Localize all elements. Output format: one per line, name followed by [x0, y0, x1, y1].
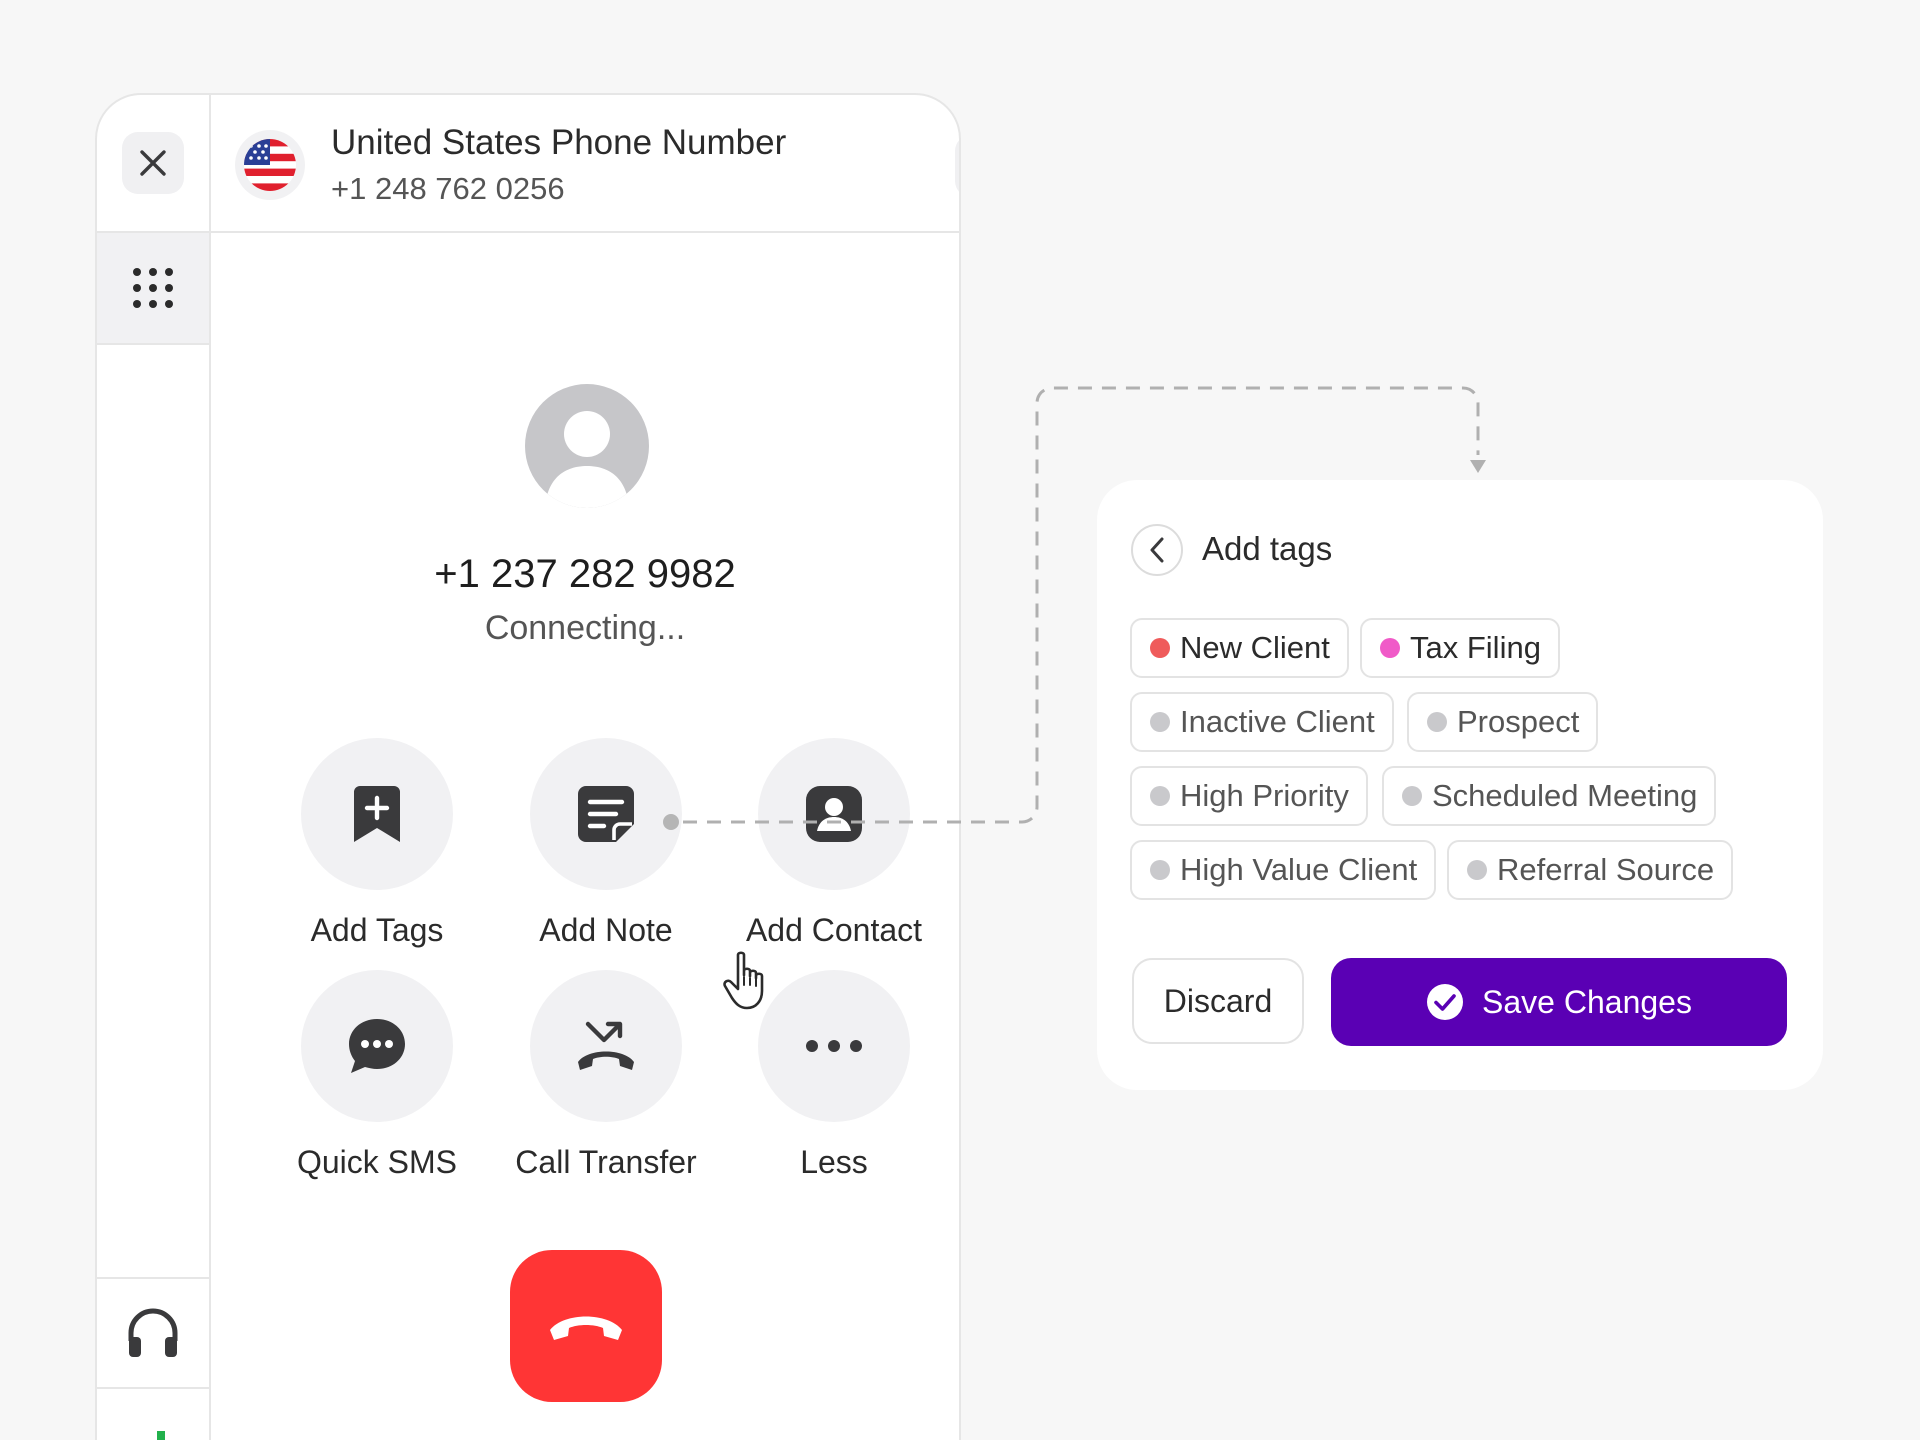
- canvas: United States Phone Number +1 248 762 02…: [0, 0, 1920, 1440]
- chat-bubble-icon: [349, 1019, 405, 1073]
- discard-button[interactable]: Discard: [1132, 958, 1304, 1044]
- call-transfer-action: Call Transfer: [486, 970, 726, 1181]
- dialer-panel: United States Phone Number +1 248 762 02…: [95, 93, 961, 1440]
- tag-label: New Client: [1180, 630, 1330, 665]
- chevron-left-icon: [1150, 537, 1164, 563]
- quick-sms-button[interactable]: [301, 970, 453, 1122]
- tag-prospect[interactable]: Prospect: [1407, 692, 1599, 752]
- tag-label: Referral Source: [1497, 852, 1715, 887]
- save-changes-label: Save Changes: [1482, 983, 1692, 1020]
- hand-cursor-icon: [723, 951, 764, 1010]
- add-note-label: Add Note: [539, 912, 673, 948]
- tag-color-dot: [1402, 786, 1422, 806]
- tag-label: Inactive Client: [1180, 704, 1375, 739]
- tag-color-dot: [1150, 712, 1170, 732]
- save-changes-button[interactable]: Save Changes: [1331, 958, 1787, 1046]
- add-note-button[interactable]: [530, 738, 682, 890]
- stats-button[interactable]: [97, 1389, 209, 1440]
- tag-tax-filing[interactable]: Tax Filing: [1360, 618, 1560, 678]
- check-circle-icon: [1426, 983, 1464, 1021]
- hang-up-icon: [550, 1316, 622, 1340]
- quick-sms-label: Quick SMS: [296, 1144, 458, 1180]
- tag-color-dot: [1150, 638, 1170, 658]
- tag-high-value-client[interactable]: High Value Client: [1130, 840, 1437, 900]
- tag-label: Scheduled Meeting: [1432, 778, 1698, 813]
- less-button[interactable]: [758, 970, 910, 1122]
- tag-label: High Value Client: [1180, 852, 1418, 887]
- line-dropdown-button[interactable]: [955, 135, 959, 197]
- tag-color-dot: [1380, 638, 1400, 658]
- quick-sms-action: Quick SMS: [257, 970, 497, 1181]
- tag-label: Prospect: [1457, 704, 1580, 739]
- tag-color-dot: [1467, 860, 1487, 880]
- call-transfer-label: Call Transfer: [515, 1144, 697, 1180]
- callee-avatar: [525, 384, 649, 508]
- keypad-button[interactable]: [97, 233, 209, 345]
- contact-icon: [806, 786, 862, 842]
- call-transfer-button[interactable]: [530, 970, 682, 1122]
- more-dots-icon: [806, 1040, 862, 1052]
- tag-color-dot: [1427, 712, 1447, 732]
- tag-label: Tax Filing: [1410, 630, 1541, 665]
- panel-title: Add tags: [1202, 530, 1333, 567]
- tag-label: High Priority: [1180, 778, 1349, 813]
- call-transfer-icon: [578, 1021, 634, 1070]
- note-icon: [578, 786, 634, 842]
- us-flag-icon: [244, 139, 296, 191]
- tag-inactive-client[interactable]: Inactive Client: [1130, 692, 1394, 752]
- less-label: Less: [800, 1144, 868, 1180]
- add-tags-button[interactable]: [301, 738, 453, 890]
- tag-new-client[interactable]: New Client: [1130, 618, 1349, 678]
- callee-number: +1 237 282 9982: [434, 552, 736, 596]
- close-button[interactable]: [122, 132, 184, 194]
- headset-button[interactable]: [97, 1277, 209, 1389]
- line-flag: [235, 130, 305, 200]
- tag-color-dot: [1150, 860, 1170, 880]
- add-tags-action: Add Tags: [257, 738, 497, 949]
- bookmark-plus-icon: [354, 786, 400, 842]
- back-button[interactable]: [1131, 524, 1183, 576]
- tag-referral-source[interactable]: Referral Source: [1447, 840, 1734, 900]
- tag-color-dot: [1150, 786, 1170, 806]
- headset-icon: [128, 1308, 178, 1357]
- line-number: +1 248 762 0256: [331, 171, 565, 206]
- add-contact-button[interactable]: [758, 738, 910, 890]
- stats-icon: [157, 1431, 165, 1440]
- line-header: United States Phone Number +1 248 762 02…: [211, 95, 959, 233]
- line-title: United States Phone Number: [331, 123, 787, 162]
- add-note-action: Add Note: [486, 738, 726, 949]
- side-rail: [97, 95, 211, 1440]
- user-avatar-icon: [545, 411, 629, 508]
- keypad-icon: [133, 268, 173, 308]
- tag-high-priority[interactable]: High Priority: [1130, 766, 1368, 826]
- add-tags-panel: Add tags New Client Tax Filing Inactive …: [1097, 480, 1823, 1090]
- call-status: Connecting...: [484, 609, 686, 647]
- add-contact-label: Add Contact: [745, 912, 923, 948]
- close-icon: [140, 150, 166, 176]
- tag-scheduled-meeting[interactable]: Scheduled Meeting: [1382, 766, 1717, 826]
- add-tags-label: Add Tags: [310, 912, 444, 948]
- hang-up-button[interactable]: [510, 1250, 662, 1402]
- add-contact-action: Add Contact: [714, 738, 954, 949]
- close-cell: [97, 95, 209, 233]
